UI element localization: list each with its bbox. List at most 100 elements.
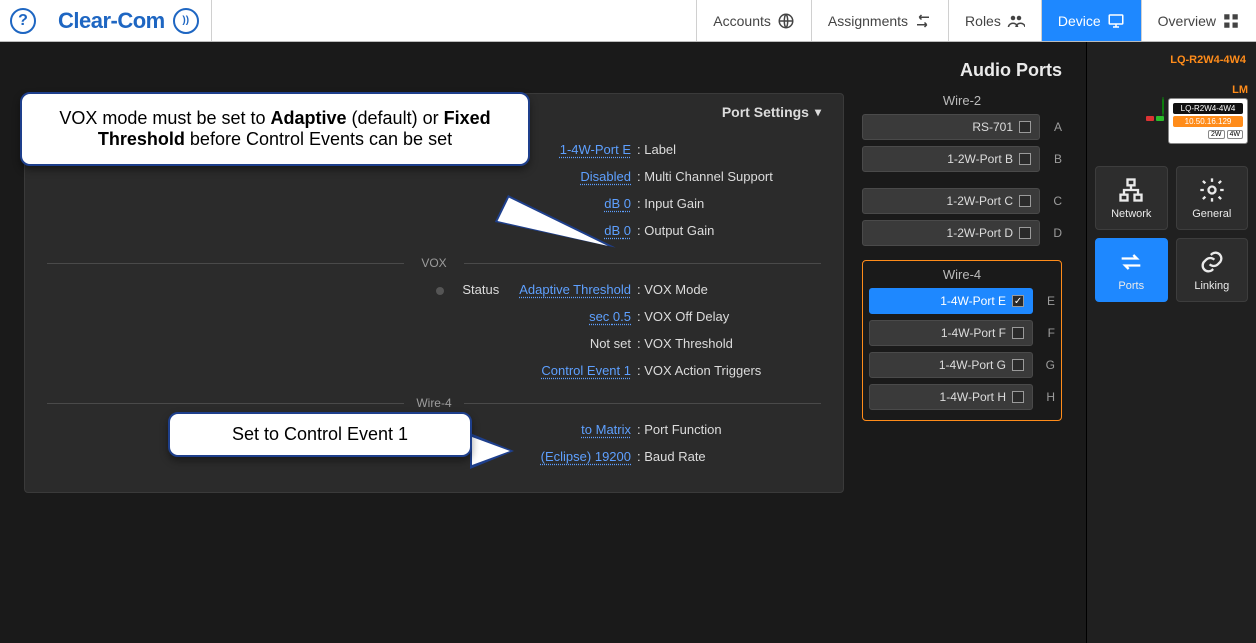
tile-label: Network — [1111, 208, 1151, 220]
nav-roles[interactable]: Roles — [948, 0, 1041, 41]
port-button-f[interactable]: 1-4W-Port F — [869, 320, 1033, 346]
port-row: C 1-2W-Port C — [862, 188, 1062, 214]
port-label: 1-2W-Port B — [947, 152, 1013, 166]
port-label: 1-2W-Port C — [947, 194, 1013, 208]
light-red-icon — [1146, 116, 1154, 121]
users-icon — [1007, 12, 1025, 30]
port-label: 1-4W-Port H — [940, 390, 1006, 404]
checkbox-icon — [1012, 359, 1024, 371]
checkbox-icon — [1012, 391, 1024, 403]
tile-linking[interactable]: Linking — [1176, 238, 1249, 302]
port-group-4wire: 4-Wire E 1-4W-Port E F 1-4W-Port F — [862, 260, 1062, 421]
callout-text: VOX mode must be set to — [59, 108, 270, 128]
port-label: 1-4W-Port F — [941, 326, 1006, 340]
sidebar: LQ-R2W4-4W4 LM LQ-R2W4-4W4 10.50.16.129 … — [1086, 42, 1256, 643]
field-input-gain: Input Gain : 0 dB — [47, 190, 821, 217]
device-status-column — [1146, 98, 1164, 121]
field-value-pfunc[interactable]: to Matrix — [581, 422, 631, 437]
grid-icon — [1222, 12, 1240, 30]
swap-icon — [1117, 248, 1145, 276]
port-letter: E — [1041, 294, 1055, 308]
device-card[interactable]: LQ-R2W4-4W4 10.50.16.129 4W 2W — [1168, 98, 1248, 144]
port-label: RS-701 — [972, 120, 1013, 134]
section-divider-4wire: 4-Wire — [47, 396, 821, 410]
settings-header-label: Port Settings — [722, 104, 809, 120]
brand: (( Clear-Com — [46, 0, 212, 41]
port-letter: F — [1041, 326, 1055, 340]
device-card-ip: 10.50.16.129 — [1173, 116, 1243, 127]
sidebar-device-model: LQ-R2W4-4W4 — [1097, 54, 1246, 66]
field-key: Label : — [631, 142, 821, 157]
port-button-g[interactable]: 1-4W-Port G — [869, 352, 1033, 378]
callout-text: before Control Events can be set — [185, 129, 452, 149]
field-key: VOX Action Triggers : — [631, 363, 821, 378]
nav-label: Accounts — [713, 13, 771, 29]
tile-label: Ports — [1118, 280, 1144, 292]
port-label: 1-4W-Port E — [940, 294, 1006, 308]
field-value-voxmode[interactable]: Adaptive Threshold — [519, 282, 631, 297]
port-label: 1-2W-Port D — [947, 226, 1013, 240]
checkbox-icon — [1019, 195, 1031, 207]
chevron-down-icon: ▾ — [815, 105, 821, 119]
port-letter: B — [1048, 152, 1062, 166]
port-row: A RS-701 — [862, 114, 1062, 140]
field-vox-threshold: VOX Threshold : Not set — [47, 330, 821, 357]
help-button[interactable]: ? — [10, 8, 36, 34]
field-value-ogain[interactable]: 0 dB — [604, 223, 631, 238]
callout-2-tail-icon — [470, 433, 514, 469]
field-key: Baud Rate : — [631, 449, 821, 464]
field-multichannel: Multi Channel Support : Disabled — [47, 163, 821, 190]
port-groups: 2-Wire A RS-701 B 1-2W-Port B — [862, 93, 1062, 435]
nav-accounts[interactable]: Accounts — [696, 0, 811, 41]
device-card-block: LQ-R2W4-4W4 10.50.16.129 4W 2W — [1095, 98, 1248, 144]
port-button-d[interactable]: 1-2W-Port D — [862, 220, 1040, 246]
field-value-voxoff[interactable]: 0.5 sec — [589, 309, 631, 324]
field-value-label[interactable]: 1-4W-Port E — [560, 142, 631, 157]
nav-device[interactable]: Device — [1041, 0, 1141, 41]
port-letter: D — [1048, 226, 1062, 240]
field-value-baud[interactable]: 19200 (Eclipse) — [541, 449, 631, 464]
sidebar-tiles: General Network Linking Ports — [1095, 166, 1248, 302]
field-key: Output Gain : — [631, 223, 821, 238]
tile-label: General — [1192, 208, 1231, 220]
question-icon: ? — [18, 12, 28, 30]
nav-label: Overview — [1158, 13, 1216, 29]
nav-assignments[interactable]: Assignments — [811, 0, 948, 41]
port-row: B 1-2W-Port B — [862, 146, 1062, 172]
transfer-icon — [914, 12, 932, 30]
status-dot-icon — [436, 287, 444, 295]
port-row: E 1-4W-Port E — [869, 288, 1055, 314]
port-row: G 1-4W-Port G — [869, 352, 1055, 378]
field-key: VOX Threshold : — [631, 336, 821, 351]
field-key: VOX Off Delay : — [631, 309, 821, 324]
port-button-c[interactable]: 1-2W-Port C — [862, 188, 1040, 214]
port-row: H 1-4W-Port H — [869, 384, 1055, 410]
page-title: Audio Ports — [24, 60, 1062, 81]
section-divider-vox: VOX — [47, 256, 821, 270]
port-button-h[interactable]: 1-4W-Port H — [869, 384, 1033, 410]
tile-ports[interactable]: Ports — [1095, 238, 1168, 302]
field-value-mcs[interactable]: Disabled — [580, 169, 631, 184]
port-row: D 1-2W-Port D — [862, 220, 1062, 246]
port-button-b[interactable]: 1-2W-Port B — [862, 146, 1040, 172]
tile-label: Linking — [1194, 280, 1229, 292]
field-vox-action-triggers: VOX Action Triggers : Control Event 1 — [47, 357, 821, 384]
top-bar: Overview Device Roles Assignments Accoun… — [0, 0, 1256, 42]
globe-icon — [777, 12, 795, 30]
tile-general[interactable]: General — [1176, 166, 1249, 230]
port-button-a[interactable]: RS-701 — [862, 114, 1040, 140]
port-group-title: 2-Wire — [862, 93, 1062, 108]
field-value-voxact[interactable]: Control Event 1 — [541, 363, 631, 378]
field-key: VOX Mode : — [631, 282, 821, 297]
port-button-e[interactable]: 1-4W-Port E — [869, 288, 1033, 314]
field-output-gain: Output Gain : 0 dB — [47, 217, 821, 244]
checkbox-checked-icon — [1012, 295, 1024, 307]
status-lights — [1146, 116, 1164, 121]
port-letter: H — [1041, 390, 1055, 404]
port-letter: G — [1041, 358, 1055, 372]
tile-network[interactable]: Network — [1095, 166, 1168, 230]
field-value-igain[interactable]: 0 dB — [604, 196, 631, 211]
sidebar-lm-label: LM — [1095, 84, 1248, 96]
brand-name: Clear-Com — [58, 8, 165, 34]
nav-overview[interactable]: Overview — [1141, 0, 1256, 41]
